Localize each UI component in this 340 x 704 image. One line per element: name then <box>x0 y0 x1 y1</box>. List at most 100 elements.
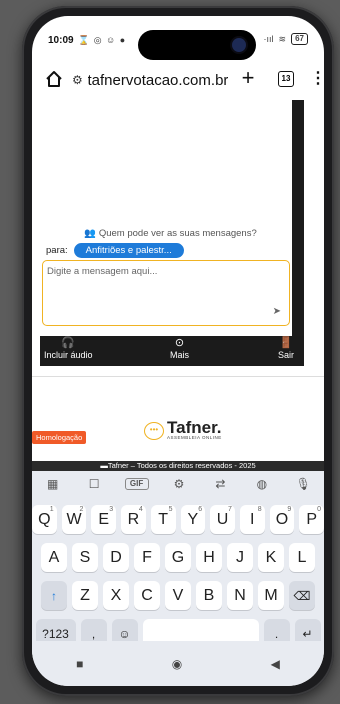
visibility-text: Quem pode ver as suas mensagens? <box>98 228 257 239</box>
footer-copyright: ▬Tafner – Todos os direitos reservados -… <box>32 461 324 471</box>
key-w[interactable]: W2 <box>61 505 87 534</box>
translate-icon[interactable]: ⇄ <box>209 477 231 491</box>
address-bar[interactable]: ⚙ tafnervotacao.com.br/ <box>72 66 228 94</box>
logo-subtitle: ASSEMBLEIA ONLINE <box>167 435 222 440</box>
key-row-3: ↑ Z X C V B N M ⌫ <box>32 581 324 610</box>
key-q[interactable]: Q1 <box>32 505 57 534</box>
gif-button[interactable]: GIF <box>124 478 149 490</box>
recents-icon[interactable]: ■ <box>76 657 83 671</box>
key-k[interactable]: K <box>258 543 284 572</box>
divider <box>32 376 324 377</box>
chat-panel: 👥 Quem pode ver as suas mensagens? para:… <box>40 100 292 336</box>
more-button[interactable]: ⊙ Mais <box>170 336 189 360</box>
key-a[interactable]: A <box>41 543 67 572</box>
key-c[interactable]: C <box>134 581 160 610</box>
dynamic-island <box>138 30 256 60</box>
phone-screen: 10:09 ⌛ ◎ ☺ ● ·ııl ≋ 67 ⚙ tafnervotacao.… <box>32 16 324 686</box>
apps-grid-icon[interactable]: ▦ <box>42 477 64 491</box>
key-label: O <box>275 510 289 528</box>
shift-key[interactable]: ↑ <box>41 581 67 610</box>
recipient-dropdown[interactable]: Anfitriões e palestr... <box>73 243 184 258</box>
tab-switcher-button[interactable]: 13 <box>278 71 294 87</box>
key-p[interactable]: P0 <box>299 505 324 534</box>
meeting-area: 👥 Quem pode ver as suas mensagens? para:… <box>40 100 304 366</box>
home-circle-icon[interactable]: ◉ <box>172 657 182 671</box>
key-label: R <box>127 510 140 528</box>
key-h[interactable]: H <box>196 543 222 572</box>
key-g[interactable]: G <box>165 543 191 572</box>
more-icon: ⊙ <box>174 337 185 349</box>
key-o[interactable]: O9 <box>269 505 295 534</box>
on-screen-keyboard: ▦ ☐ GIF ⚙ ⇄ ◍ 🎙 Q1W2E3R4T5Y6U7I8O9P0 ASD… <box>32 471 324 648</box>
exit-door-icon: 🚪 <box>279 337 293 349</box>
exit-button[interactable]: 🚪 Sair <box>278 336 294 360</box>
key-j[interactable]: J <box>227 543 253 572</box>
key-label: Y <box>187 510 199 528</box>
key-x[interactable]: X <box>103 581 129 610</box>
key-y[interactable]: Y6 <box>180 505 206 534</box>
key-f[interactable]: F <box>134 543 160 572</box>
key-m[interactable]: M <box>258 581 284 610</box>
system-nav-bar: ■ ◉ ◀ <box>32 641 324 686</box>
key-label: Q <box>38 510 51 528</box>
message-placeholder: Digite a mensagem aqui... <box>47 266 158 277</box>
key-hint: 6 <box>198 506 203 513</box>
key-d[interactable]: D <box>103 543 129 572</box>
key-label: T <box>158 510 169 528</box>
key-z[interactable]: Z <box>72 581 98 610</box>
browser-toolbar: ⚙ tafnervotacao.com.br/ + 13 ⋮ <box>32 60 324 100</box>
include-audio-button[interactable]: 🎧 Incluir áudio <box>44 336 93 360</box>
key-l[interactable]: L <box>289 543 315 572</box>
key-label: E <box>98 510 110 528</box>
key-hint: 7 <box>228 506 232 513</box>
notification-icons: ⌛ ◎ ☺ ● <box>78 35 127 45</box>
home-icon[interactable] <box>44 69 64 89</box>
key-label: P <box>306 510 317 528</box>
key-s[interactable]: S <box>72 543 98 572</box>
backspace-icon[interactable]: ⌫ <box>289 581 315 610</box>
key-n[interactable]: N <box>227 581 253 610</box>
message-input[interactable]: Digite a mensagem aqui... ➤ <box>42 260 290 326</box>
keyboard-toolbar: ▦ ☐ GIF ⚙ ⇄ ◍ 🎙 <box>32 471 324 497</box>
key-label: U <box>216 510 229 528</box>
send-icon[interactable]: ➤ <box>273 306 281 317</box>
key-hint: 9 <box>287 506 292 513</box>
url-text[interactable]: tafnervotacao.com.br/ <box>88 72 229 89</box>
tafner-logo: ••• Tafner. ASSEMBLEIA ONLINE <box>144 418 222 440</box>
key-hint: 4 <box>138 506 143 513</box>
key-v[interactable]: V <box>165 581 191 610</box>
status-right: ·ııl ≋ 67 <box>264 33 308 45</box>
key-i[interactable]: I8 <box>239 505 265 534</box>
web-page: 👥 Quem pode ver as suas mensagens? para:… <box>32 100 324 471</box>
sticker-icon[interactable]: ☐ <box>83 477 105 491</box>
key-b[interactable]: B <box>196 581 222 610</box>
browser-menu-icon[interactable]: ⋮ <box>310 68 324 88</box>
key-row-1: Q1W2E3R4T5Y6U7I8O9P0 <box>32 505 324 534</box>
recipient-row: para: Anfitriões e palestr... <box>46 243 184 258</box>
phone-frame: 10:09 ⌛ ◎ ☺ ● ·ııl ≋ 67 ⚙ tafnervotacao.… <box>22 6 334 696</box>
key-hint: 3 <box>109 506 114 513</box>
key-hint: 1 <box>49 506 54 513</box>
settings-gear-icon[interactable]: ⚙ <box>168 477 190 491</box>
site-settings-icon[interactable]: ⚙ <box>72 73 88 87</box>
visibility-info[interactable]: 👥 Quem pode ver as suas mensagens? <box>84 228 257 239</box>
chat-bubble-icon: ••• <box>144 421 164 440</box>
key-u[interactable]: U7 <box>210 505 235 534</box>
environment-badge: Homologação <box>32 431 87 444</box>
key-e[interactable]: E3 <box>91 505 117 534</box>
microphone-icon[interactable]: 🎙 <box>292 477 314 491</box>
palette-icon[interactable]: ◍ <box>251 477 273 491</box>
status-time: 10:09 <box>48 35 74 46</box>
to-label: para: <box>46 245 68 256</box>
key-r[interactable]: R4 <box>121 505 146 534</box>
headphones-icon: 🎧 <box>61 337 76 349</box>
people-icon: 👥 <box>84 228 96 239</box>
key-hint: 5 <box>168 506 173 513</box>
key-t[interactable]: T5 <box>150 505 176 534</box>
meeting-controls: 🎧 Incluir áudio ⊙ Mais 🚪 Sair <box>40 336 304 366</box>
wifi-icon: ≋ <box>278 33 287 44</box>
video-strip <box>292 100 304 336</box>
new-tab-button[interactable]: + <box>238 65 258 91</box>
logo-name: Tafner. <box>167 418 222 437</box>
back-icon[interactable]: ◀ <box>271 657 280 671</box>
